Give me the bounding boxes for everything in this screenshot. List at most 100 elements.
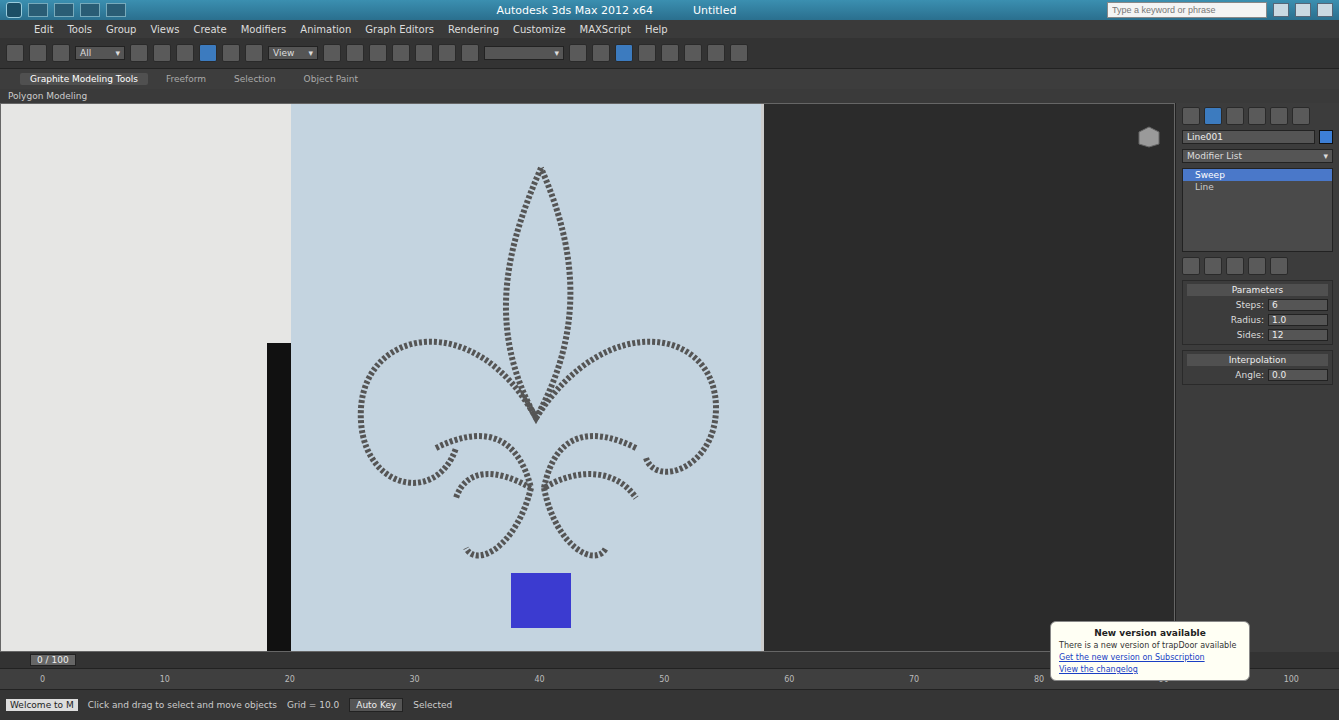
tool-icon[interactable] — [392, 44, 410, 62]
tool-icon[interactable] — [323, 44, 341, 62]
autokey-button[interactable]: Auto Key — [349, 698, 403, 712]
rollout-title[interactable]: Parameters — [1187, 284, 1328, 296]
tool-icon[interactable] — [176, 44, 194, 62]
rollout: InterpolationAngle:0.0 — [1182, 350, 1333, 385]
menu-item[interactable]: Graph Editors — [365, 24, 434, 35]
frame-tick: 50 — [659, 675, 669, 684]
spinner-field[interactable]: 0.0 — [1268, 369, 1328, 381]
object-color[interactable] — [1319, 130, 1333, 144]
window-button[interactable] — [1295, 3, 1311, 17]
stack-tool-icon[interactable] — [1248, 257, 1266, 275]
modifier-list[interactable]: Modifier List▾ — [1182, 149, 1333, 163]
menu-item[interactable]: Group — [106, 24, 136, 35]
menu-item[interactable]: Create — [193, 24, 226, 35]
tool-icon[interactable] — [438, 44, 456, 62]
stack-item[interactable]: Sweep — [1183, 169, 1332, 181]
tool-icon[interactable] — [569, 44, 587, 62]
tool-icon[interactable] — [130, 44, 148, 62]
title-bar: Autodesk 3ds Max 2012 x64Untitled — [0, 0, 1339, 20]
spinner-field[interactable]: 12 — [1268, 329, 1328, 341]
move-icon[interactable] — [199, 44, 217, 62]
maxscript-listener[interactable]: Welcome to M — [6, 699, 78, 711]
menu-item[interactable]: Edit — [34, 24, 53, 35]
menu-item[interactable]: Modifiers — [241, 24, 287, 35]
reference-coordinate[interactable]: View▾ — [268, 46, 318, 60]
menu-item[interactable]: Animation — [300, 24, 351, 35]
ribbon-tab[interactable]: Selection — [224, 73, 285, 85]
menu-item[interactable]: Tools — [67, 24, 92, 35]
ribbon-panel-label: Polygon Modeling — [0, 89, 1339, 103]
panel-tab-icon[interactable] — [1248, 107, 1266, 125]
panel-tab-icon[interactable] — [1292, 107, 1310, 125]
rollout-title[interactable]: Interpolation — [1187, 354, 1328, 366]
quick-access-icon[interactable] — [54, 3, 74, 17]
tool-icon[interactable] — [661, 44, 679, 62]
modifier-stack: SweepLine — [1182, 168, 1333, 252]
notification-link[interactable]: Get the new version on Subscription — [1059, 653, 1241, 662]
tool-icon[interactable] — [592, 44, 610, 62]
menu-item[interactable]: Help — [645, 24, 668, 35]
panel-tab-icon[interactable] — [1270, 107, 1288, 125]
stack-tool-icon[interactable] — [1204, 257, 1222, 275]
ribbon-tabs: Graphite Modeling Tools Freeform Selection… — [0, 69, 1339, 89]
frame-tick: 100 — [1284, 675, 1299, 684]
window-button[interactable] — [1273, 3, 1289, 17]
main-toolbar: All▾ View▾ ▾ — [0, 38, 1339, 69]
stack-tool-icon[interactable] — [1226, 257, 1244, 275]
tool-icon[interactable] — [346, 44, 364, 62]
quick-access-icon[interactable] — [106, 3, 126, 17]
tool-icon[interactable] — [52, 44, 70, 62]
quick-access-icon[interactable] — [80, 3, 100, 17]
panel-tab-icon[interactable] — [1226, 107, 1244, 125]
search-field[interactable] — [1107, 2, 1267, 18]
viewcube-icon[interactable] — [1134, 124, 1164, 148]
tool-icon[interactable] — [415, 44, 433, 62]
notification-link[interactable]: View the changelog — [1059, 665, 1241, 674]
window-button[interactable] — [1317, 3, 1333, 17]
tool-icon[interactable] — [222, 44, 240, 62]
ribbon-tab[interactable]: Graphite Modeling Tools — [20, 73, 148, 85]
status-message: Click and drag to select and move object… — [88, 700, 277, 710]
stack-tool-icon[interactable] — [1182, 257, 1200, 275]
menu-item[interactable]: Rendering — [448, 24, 499, 35]
app-window: Autodesk 3ds Max 2012 x64Untitled Edit Too… — [0, 0, 1339, 720]
menu-item[interactable]: MAXScript — [580, 24, 631, 35]
tool-icon[interactable] — [369, 44, 387, 62]
window-title: Autodesk 3ds Max 2012 x64Untitled — [132, 4, 1101, 17]
named-selection[interactable]: ▾ — [484, 46, 564, 60]
tool-icon[interactable] — [6, 44, 24, 62]
command-panel: Line001 Modifier List▾ SweepLine Parameters… — [1175, 103, 1339, 652]
panel-tab-icon[interactable] — [1182, 107, 1200, 125]
panel-tab-icon[interactable] — [1204, 107, 1222, 125]
notification-popup: New version availableThere is a new vers… — [1050, 621, 1250, 681]
tool-icon[interactable] — [730, 44, 748, 62]
tool-icon[interactable] — [615, 44, 633, 62]
stack-tool-icon[interactable] — [1270, 257, 1288, 275]
frame-tick: 10 — [160, 675, 170, 684]
app-logo-icon[interactable] — [6, 2, 22, 18]
tool-icon[interactable] — [29, 44, 47, 62]
time-slider-thumb[interactable]: 0 / 100 — [30, 654, 76, 666]
spinner-row: Radius:1.0 — [1187, 314, 1328, 326]
menu-item[interactable]: Views — [150, 24, 179, 35]
menu-item[interactable]: Customize — [513, 24, 566, 35]
tool-icon[interactable] — [684, 44, 702, 62]
selection-filter[interactable]: All▾ — [75, 46, 125, 60]
object-name-field[interactable]: Line001 — [1182, 130, 1315, 144]
tool-icon[interactable] — [638, 44, 656, 62]
spinner-row: Sides:12 — [1187, 329, 1328, 341]
spinner-field[interactable]: 1.0 — [1268, 314, 1328, 326]
tool-icon[interactable] — [153, 44, 171, 62]
viewport[interactable] — [0, 103, 1175, 652]
stack-item[interactable]: Line — [1183, 181, 1332, 193]
tool-icon[interactable] — [245, 44, 263, 62]
quick-access-icon[interactable] — [28, 3, 48, 17]
grid-size: Grid = 10.0 — [287, 700, 339, 710]
tool-icon[interactable] — [707, 44, 725, 62]
spinner-field[interactable]: 6 — [1268, 299, 1328, 311]
tool-icon[interactable] — [461, 44, 479, 62]
frame-tick: 0 — [40, 675, 45, 684]
ribbon-tab[interactable]: Freeform — [156, 73, 216, 85]
ribbon-tab[interactable]: Object Paint — [294, 73, 368, 85]
frame-tick: 20 — [285, 675, 295, 684]
